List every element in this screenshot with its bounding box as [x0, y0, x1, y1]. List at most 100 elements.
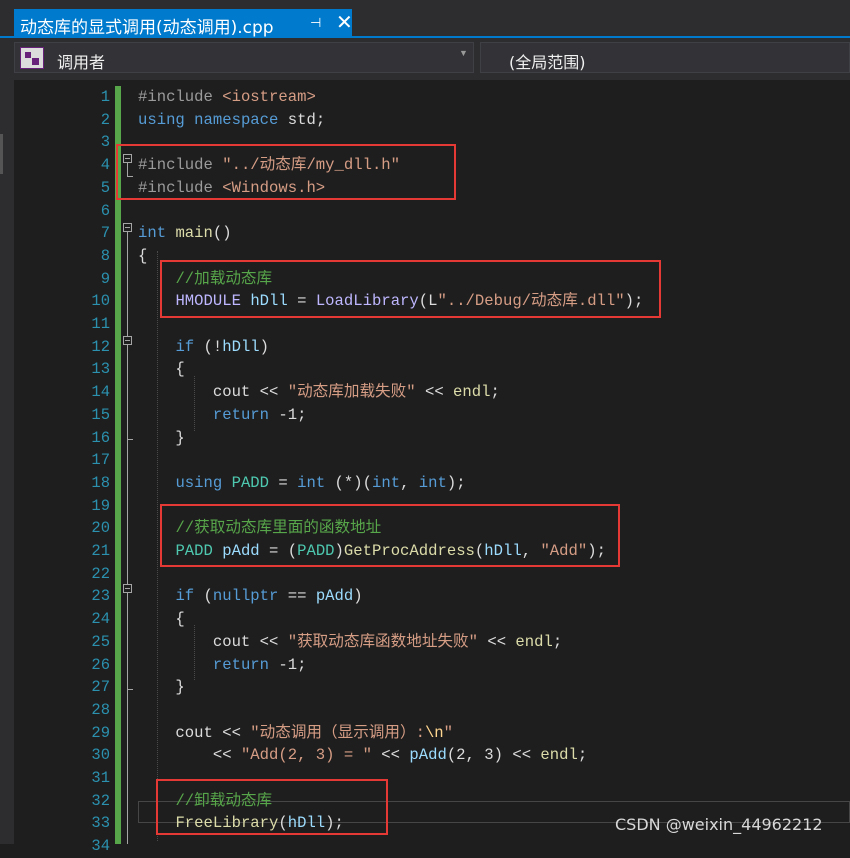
file-tab[interactable]: 动态库的显式调用(动态调用).cpp ⊣ ✕	[14, 9, 353, 38]
code-token: {	[138, 360, 185, 379]
line-number: 1	[100, 88, 110, 106]
code-line[interactable]: << "Add(2, 3) = " << pAdd(2, 3) << endl;	[138, 744, 587, 767]
code-token: cout <<	[138, 632, 288, 651]
code-token: "	[443, 723, 454, 742]
code-line[interactable]: using PADD = int (*)(int, int);	[138, 472, 465, 495]
line-number: 7	[100, 224, 110, 243]
code-token: int	[138, 224, 167, 243]
tab-bar: 动态库的显式调用(动态调用).cpp ⊣ ✕	[0, 0, 850, 38]
code-token: nullptr	[212, 587, 279, 606]
code-line[interactable]: {	[138, 358, 185, 381]
line-number: 34	[91, 837, 110, 856]
line-number: 17	[91, 451, 110, 470]
line-number: 8	[100, 246, 110, 265]
code-token: -1;	[269, 405, 307, 424]
code-editor[interactable]: 1 2 3 4 5 6 7 8 9 10 11 12 13 14 15 16 17 18 19 20 21 22 23 24 2…	[14, 80, 850, 855]
line-number: 28	[91, 700, 110, 719]
code-token: endl	[515, 632, 553, 651]
line-number: 24	[91, 610, 110, 629]
left-tool-strip	[0, 38, 14, 844]
code-token: =	[269, 473, 298, 492]
code-line[interactable]: }	[138, 676, 184, 699]
code-token: int	[418, 473, 447, 492]
code-token: hDll	[222, 337, 260, 356]
code-token: cout <<	[138, 383, 288, 402]
code-line[interactable]: int main()	[138, 222, 232, 245]
line-number: 26	[91, 655, 110, 674]
code-token: \n	[424, 723, 444, 742]
code-line[interactable]: #include <iostream>	[138, 86, 316, 109]
line-number: 22	[91, 564, 110, 583]
project-icon	[20, 47, 44, 69]
code-line[interactable]: {	[138, 608, 184, 631]
code-token: if	[175, 337, 195, 356]
code-token: ;	[490, 383, 500, 402]
code-line[interactable]: using namespace std;	[138, 109, 325, 132]
outline-collapse-icon-if2[interactable]	[123, 584, 132, 593]
line-number: 6	[100, 201, 110, 220]
code-token: )	[259, 337, 270, 356]
member-scope-dropdown[interactable]: (全局范围)	[480, 42, 850, 73]
code-line[interactable]: if (nullptr == pAdd)	[138, 585, 363, 608]
code-line[interactable]: }	[138, 427, 185, 450]
code-token: return	[212, 655, 270, 674]
outline-line-main	[127, 232, 128, 844]
project-scope-dropdown[interactable]: 调用者 ▼	[14, 42, 474, 73]
line-number: 14	[91, 383, 110, 402]
code-token: using	[175, 473, 223, 492]
line-number: 18	[91, 473, 110, 492]
line-number: 27	[91, 678, 110, 697]
code-token: using	[138, 110, 185, 129]
outline-collapse-icon-if[interactable]	[123, 336, 132, 345]
line-number: 4	[100, 156, 110, 175]
code-token: -1;	[269, 655, 307, 674]
code-token: <<	[138, 746, 241, 765]
code-token: ==	[278, 587, 316, 606]
code-token: }	[138, 428, 185, 447]
strip-marker	[0, 134, 3, 174]
code-line[interactable]: {	[138, 245, 147, 268]
code-line[interactable]: cout << "动态库加载失败" << endl;	[138, 381, 500, 404]
line-number: 32	[91, 791, 110, 810]
line-number: 12	[91, 337, 110, 356]
code-token: <<	[371, 746, 410, 765]
code-line[interactable]: cout << "动态调用（显示调用）:\n"	[138, 722, 453, 745]
code-token: ()	[212, 224, 232, 243]
pin-icon[interactable]: ⊣	[310, 15, 321, 31]
code-token: <iostream>	[222, 88, 316, 106]
code-line[interactable]: return -1;	[138, 654, 307, 677]
code-token: <<	[415, 383, 454, 402]
code-token: "动态调用（显示调用）:	[250, 723, 425, 742]
code-token: int	[297, 473, 326, 492]
code-token: return	[212, 405, 270, 424]
code-token: "获取动态库函数地址失败"	[287, 632, 478, 651]
line-number: 33	[91, 814, 110, 833]
highlight-box-freelibrary	[156, 779, 388, 835]
code-token: )	[353, 587, 363, 606]
code-token: if	[175, 587, 195, 606]
highlight-box-includes	[116, 144, 456, 200]
code-line[interactable]: return -1;	[138, 404, 307, 427]
line-number: 30	[91, 746, 110, 765]
code-token: #include	[138, 88, 223, 106]
code-token: std;	[278, 110, 326, 129]
member-scope-label: (全局范围)	[509, 53, 586, 72]
chevron-down-icon[interactable]: ▼	[459, 48, 468, 58]
line-number: 9	[100, 269, 110, 288]
close-icon[interactable]: ✕	[336, 9, 353, 37]
code-token: endl	[540, 746, 578, 765]
code-line[interactable]: cout << "获取动态库函数地址失败" << endl;	[138, 631, 562, 654]
code-token: <<	[477, 632, 516, 651]
line-number: 31	[91, 769, 110, 787]
tab-title[interactable]: 动态库的显式调用(动态调用).cpp	[20, 13, 274, 38]
highlight-box-getprocaddress	[160, 504, 620, 567]
outline-line-end-if	[127, 439, 133, 440]
code-token: "动态库加载失败"	[287, 383, 416, 402]
navigation-bar: 调用者 ▼ (全局范围)	[0, 38, 850, 80]
indent-guide-if	[194, 376, 195, 431]
code-token: endl	[453, 383, 491, 402]
outline-collapse-icon-main[interactable]	[123, 223, 132, 232]
